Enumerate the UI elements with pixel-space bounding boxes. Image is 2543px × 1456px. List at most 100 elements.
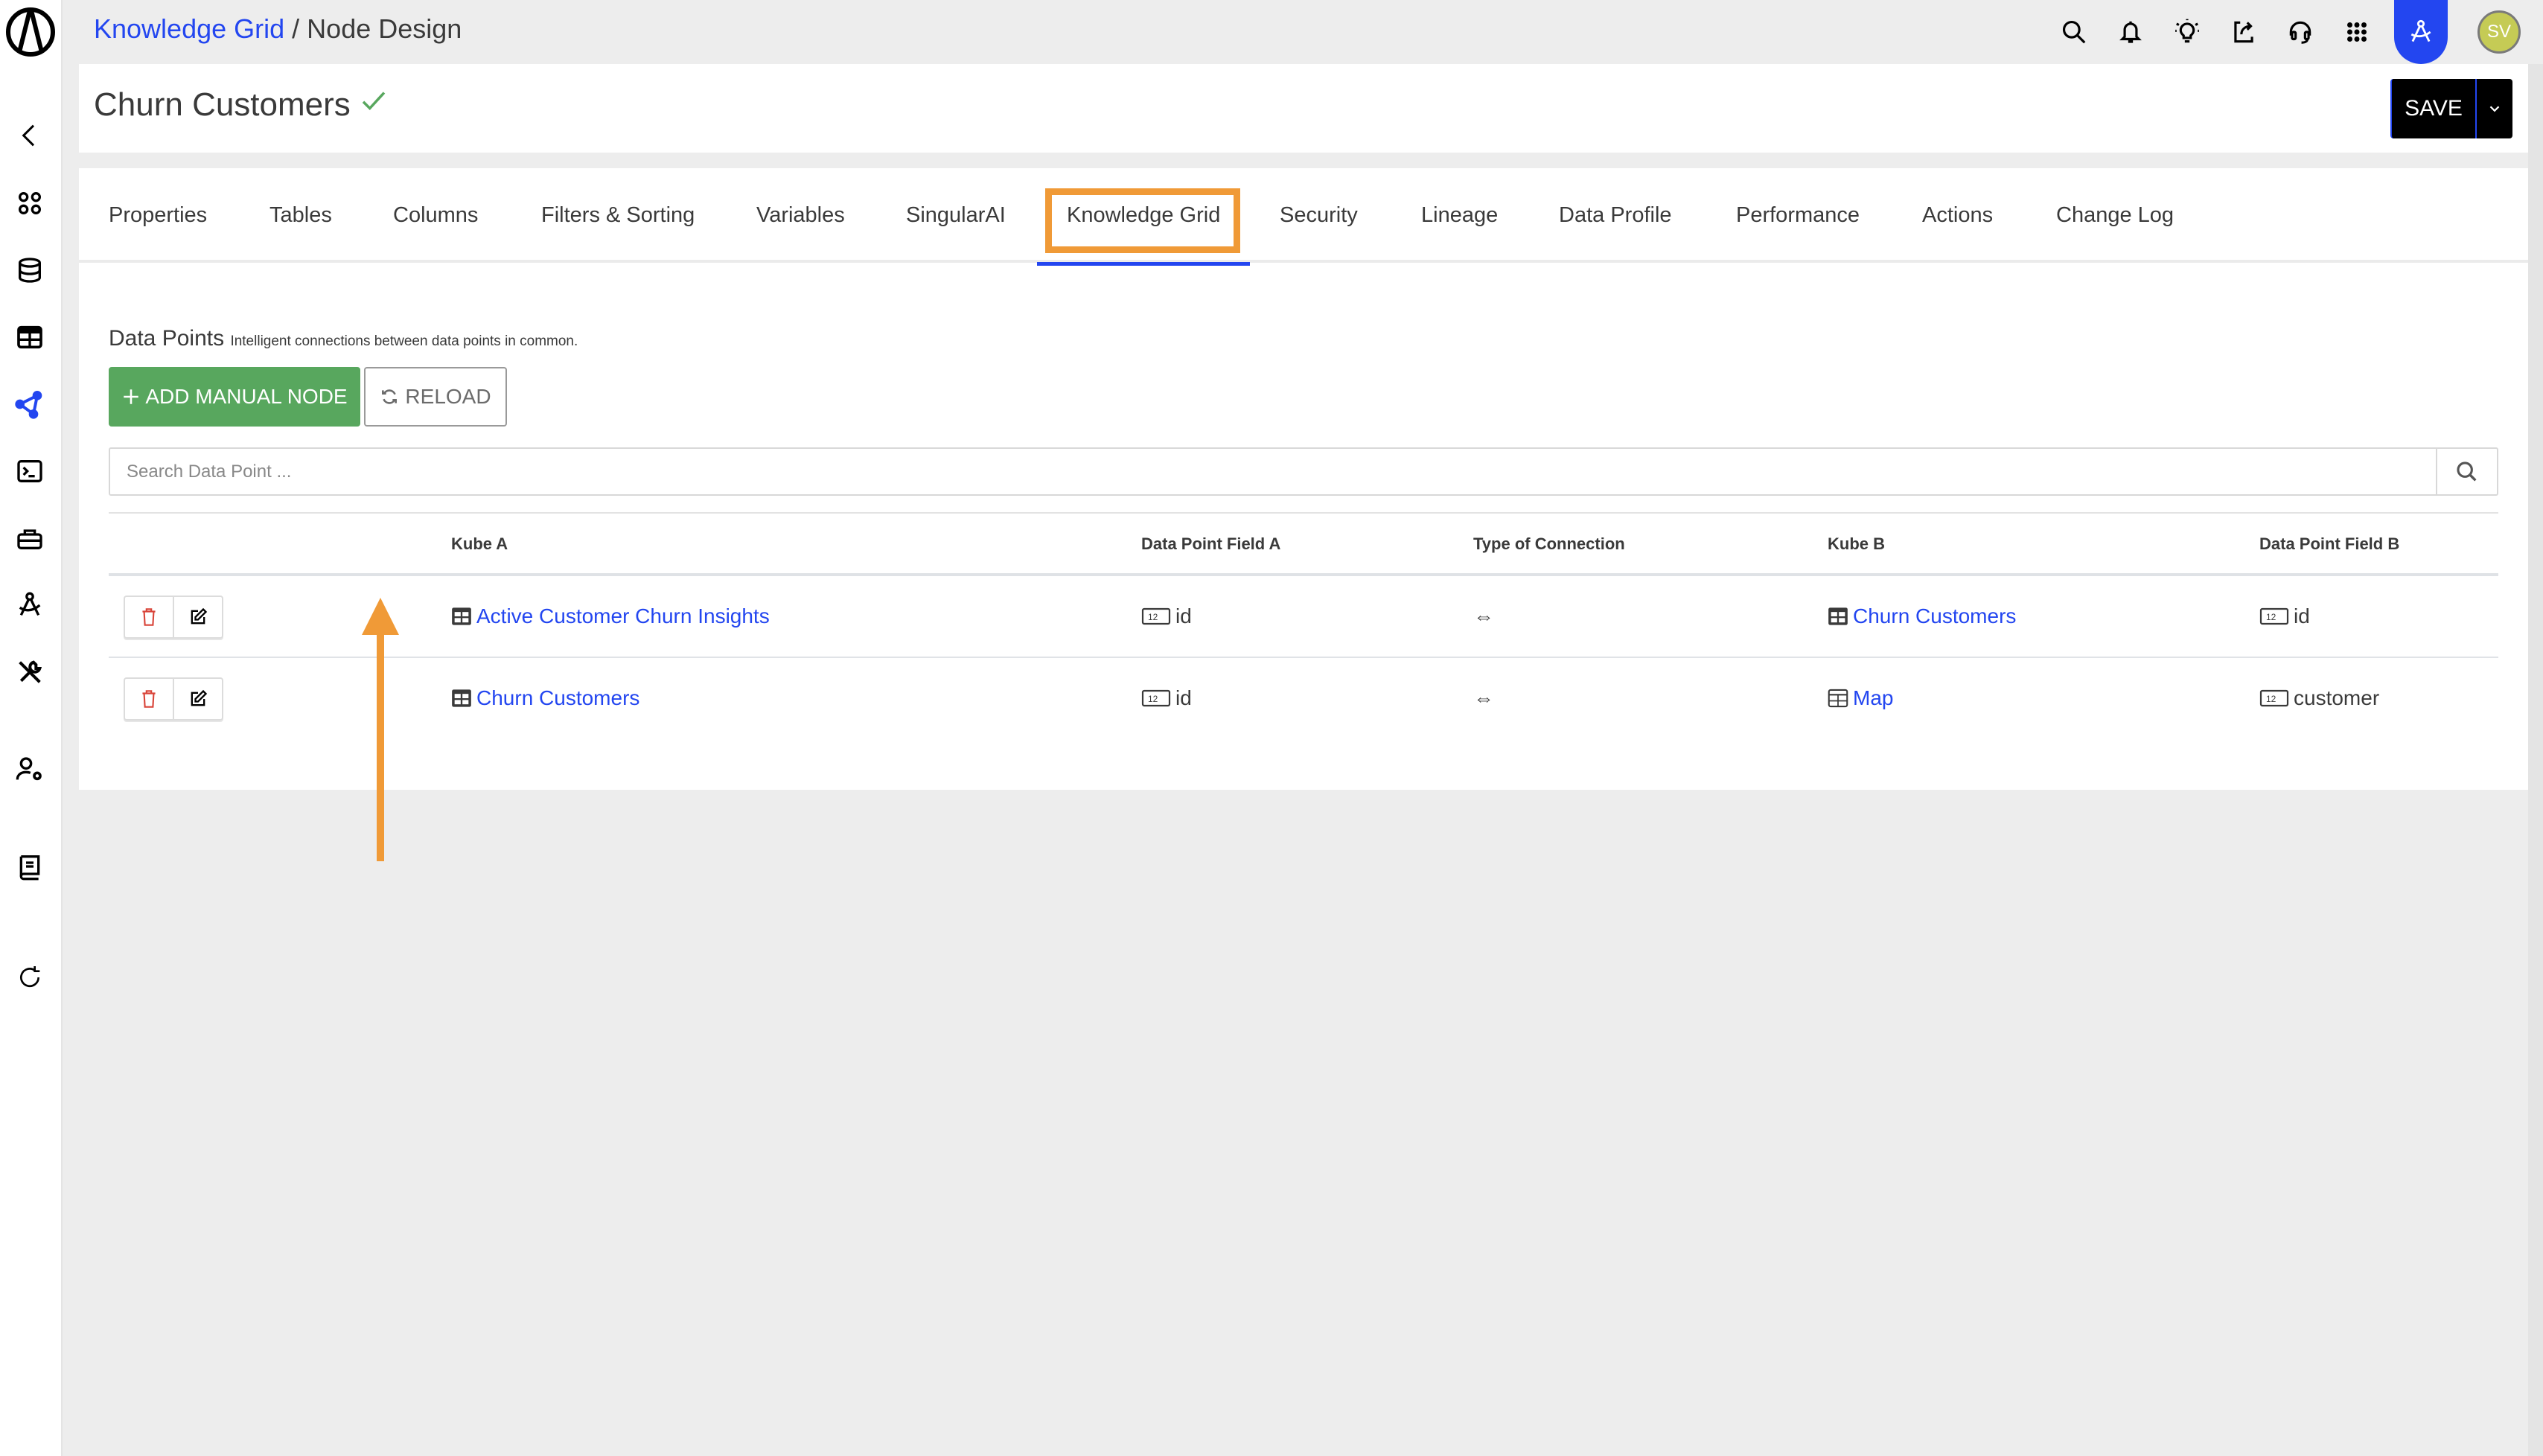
column-header-kube-b[interactable]: Kube B	[1828, 514, 1885, 575]
tab-tables[interactable]: Tables	[269, 168, 332, 263]
sidebar-item-terminal[interactable]	[13, 455, 46, 488]
sidebar-item-docs[interactable]	[13, 850, 46, 883]
delete-button[interactable]	[125, 597, 173, 637]
numeric-field-icon: 12	[2259, 689, 2289, 707]
save-button[interactable]: SAVE	[2392, 79, 2477, 138]
tools-icon	[19, 660, 42, 683]
kube-b-cell: Churn Customers	[1828, 576, 2016, 657]
sidebar-item-design[interactable]	[13, 589, 46, 622]
table-icon	[17, 325, 42, 349]
numeric-field-icon: 12	[1141, 689, 1171, 707]
collapse-sidebar-button[interactable]	[13, 119, 46, 152]
sidebar-item-user-settings[interactable]	[13, 753, 46, 786]
column-header-field-b[interactable]: Data Point Field B	[2259, 514, 2399, 575]
share-button[interactable]	[2215, 0, 2272, 64]
terminal-icon	[17, 460, 42, 482]
tab-lineage[interactable]: Lineage	[1421, 168, 1498, 263]
kube-a-cell: Active Customer Churn Insights	[451, 576, 770, 657]
network-icon	[15, 391, 42, 419]
kube-a-cell: Churn Customers	[451, 658, 639, 738]
apps-button[interactable]	[2329, 0, 2385, 64]
search-button[interactable]	[2436, 449, 2497, 494]
tab-properties[interactable]: Properties	[109, 168, 207, 263]
share-icon	[2234, 21, 2253, 43]
add-manual-node-button[interactable]: ADD MANUAL NODE	[109, 367, 360, 427]
save-options-dropdown[interactable]	[2477, 79, 2512, 138]
search-icon	[2062, 20, 2086, 44]
field-b-value: id	[2294, 604, 2310, 628]
database-icon	[19, 258, 41, 283]
user-avatar[interactable]: SV	[2477, 10, 2521, 54]
table-row: Churn Customers 12 id ⇔ Map 12 customer	[109, 658, 2498, 740]
refresh-icon	[20, 966, 40, 987]
sidebar-item-toolbox[interactable]	[13, 522, 46, 555]
trash-icon	[142, 690, 156, 708]
user-gear-icon	[16, 757, 42, 781]
page-scrollbar[interactable]	[2528, 64, 2543, 1456]
tab-knowledge-grid[interactable]: Knowledge Grid	[1036, 168, 1251, 266]
field-b-value: customer	[2294, 686, 2380, 709]
row-actions	[124, 677, 223, 721]
compass-icon	[19, 592, 41, 616]
chevron-down-icon	[2489, 106, 2500, 112]
breadcrumb-link-knowledge-grid[interactable]: Knowledge Grid	[94, 13, 284, 44]
sidebar-item-dashboard[interactable]	[13, 187, 46, 220]
tab-filters-sorting[interactable]: Filters & Sorting	[541, 168, 695, 263]
edit-button[interactable]	[173, 597, 222, 637]
design-mode-button[interactable]	[2394, 0, 2448, 64]
app-logo-icon[interactable]	[4, 6, 57, 58]
tab-columns[interactable]: Columns	[393, 168, 478, 263]
bell-icon	[2119, 21, 2142, 43]
numeric-field-icon: 12	[2259, 607, 2289, 625]
edit-icon	[191, 607, 208, 625]
tab-variables[interactable]: Variables	[756, 168, 845, 263]
support-button[interactable]	[2272, 0, 2329, 64]
field-b-cell: 12 id	[2259, 576, 2310, 657]
reload-icon	[382, 389, 398, 404]
main-content: Properties Tables Columns Filters & Sort…	[79, 168, 2528, 861]
tab-change-log[interactable]: Change Log	[2056, 168, 2174, 263]
kube-b-cell: Map	[1828, 658, 1893, 738]
sidebar	[0, 0, 63, 1456]
edit-button[interactable]	[173, 679, 222, 719]
data-points-table: Kube A Data Point Field A Type of Connec…	[109, 512, 2498, 740]
breadcrumb: Knowledge Grid / Node Design	[94, 13, 462, 45]
svg-text:12: 12	[2266, 694, 2276, 704]
field-a-value: id	[1175, 686, 1192, 709]
table-icon	[452, 689, 471, 707]
column-header-field-a[interactable]: Data Point Field A	[1141, 514, 1280, 575]
breadcrumb-separator: /	[284, 13, 307, 44]
column-header-kube-a[interactable]: Kube A	[451, 514, 508, 575]
page-header: Churn Customers SAVE	[79, 64, 2528, 153]
tab-singularai[interactable]: SingularAI	[906, 168, 1006, 263]
column-header-connection-type[interactable]: Type of Connection	[1473, 514, 1625, 575]
global-search-button[interactable]	[2046, 0, 2102, 64]
page-title-text: Churn Customers	[94, 86, 351, 123]
sidebar-item-tools[interactable]	[13, 656, 46, 689]
search-data-point-input[interactable]	[110, 449, 2436, 494]
kube-b-link[interactable]: Map	[1853, 686, 1893, 710]
notifications-button[interactable]	[2102, 0, 2159, 64]
tab-actions[interactable]: Actions	[1922, 168, 1993, 263]
sidebar-item-tables[interactable]	[13, 321, 46, 354]
refresh-button[interactable]	[13, 961, 46, 994]
top-icon-bar: SV	[2046, 0, 2543, 64]
table-icon	[1828, 607, 1848, 625]
toolbox-icon	[17, 529, 42, 549]
reload-button[interactable]: RELOAD	[364, 367, 507, 427]
page-title: Churn Customers	[94, 85, 389, 124]
ideas-button[interactable]	[2159, 0, 2215, 64]
sidebar-item-knowledge-grid[interactable]	[13, 388, 46, 421]
kube-b-link[interactable]: Churn Customers	[1853, 604, 2016, 628]
save-button-group: SAVE	[2390, 79, 2512, 138]
kube-a-link[interactable]: Active Customer Churn Insights	[476, 604, 770, 628]
kube-a-link[interactable]: Churn Customers	[476, 686, 639, 710]
sidebar-item-database[interactable]	[13, 254, 46, 287]
svg-text:12: 12	[1148, 694, 1158, 704]
delete-button[interactable]	[125, 679, 173, 719]
tab-performance[interactable]: Performance	[1736, 168, 1860, 263]
svg-text:12: 12	[2266, 612, 2276, 622]
tab-security[interactable]: Security	[1280, 168, 1358, 263]
compass-icon	[2410, 19, 2431, 42]
tab-data-profile[interactable]: Data Profile	[1559, 168, 1672, 263]
